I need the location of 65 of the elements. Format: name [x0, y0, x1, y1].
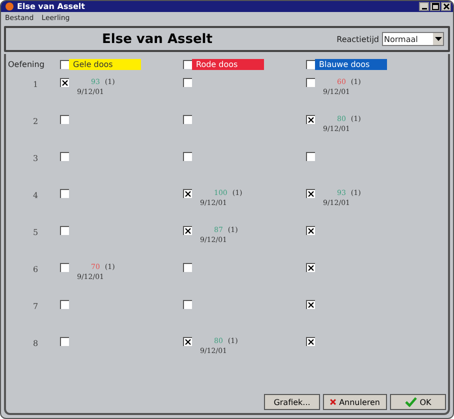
row-number: 4 [32, 190, 40, 202]
row-number: 6 [32, 264, 40, 276]
checkbox[interactable] [306, 152, 315, 161]
cancel-button[interactable]: Annuleren [323, 394, 387, 410]
checkbox[interactable] [60, 300, 69, 309]
checkbox[interactable] [306, 263, 315, 272]
checkbox[interactable] [60, 115, 69, 124]
checkbox[interactable] [306, 189, 315, 198]
student-name: Else van Asselt [102, 32, 214, 46]
cross-mark-icon [184, 227, 192, 235]
window-title: Else van Asselt [17, 2, 86, 11]
row-number: 1 [32, 79, 40, 91]
app-icon [5, 2, 14, 11]
row-number: 5 [32, 227, 40, 239]
reaction-time-label: Reactietijd [336, 34, 379, 44]
checkbox[interactable] [183, 263, 192, 272]
row-number: 7 [32, 301, 40, 313]
cross-mark-icon [307, 301, 315, 309]
checkbox[interactable] [183, 300, 192, 309]
checkbox[interactable] [60, 226, 69, 235]
checkbox[interactable] [306, 337, 315, 346]
checkbox[interactable] [306, 300, 315, 309]
checkbox[interactable] [60, 337, 69, 346]
cross-mark-icon [307, 264, 315, 272]
checkbox[interactable] [183, 226, 192, 235]
checkbox[interactable] [60, 60, 69, 68]
column-label: Blauwe doos [315, 58, 387, 70]
dropdown-arrow-icon [434, 37, 442, 41]
checkbox[interactable] [306, 115, 315, 124]
row-number: 8 [32, 338, 40, 350]
checkbox[interactable] [183, 115, 192, 124]
column-label: Gele doos [69, 58, 141, 70]
close-button[interactable] [441, 2, 451, 11]
checkbox[interactable] [306, 60, 315, 68]
close-icon [442, 3, 450, 10]
cross-mark-icon [307, 190, 315, 198]
cross-icon [330, 397, 336, 407]
minimize-button[interactable] [419, 2, 429, 11]
reaction-time-dropdown[interactable]: Normaal [382, 32, 444, 46]
ok-button[interactable]: OK [390, 394, 446, 410]
checkbox[interactable] [60, 152, 69, 161]
row-number: 2 [32, 116, 40, 128]
checkbox[interactable] [183, 189, 192, 198]
maximize-icon [432, 3, 438, 10]
chart-button[interactable]: Grafiek... [264, 394, 320, 410]
checkbox[interactable] [60, 78, 69, 87]
checkbox[interactable] [60, 189, 69, 198]
cross-mark-icon [307, 338, 315, 346]
checkbox[interactable] [183, 78, 192, 87]
checkbox[interactable] [60, 263, 69, 272]
checkbox[interactable] [306, 78, 315, 87]
checkbox[interactable] [306, 226, 315, 235]
checkmark-icon [404, 397, 417, 407]
cross-mark-icon [307, 227, 315, 235]
checkbox[interactable] [183, 337, 192, 346]
maximize-button[interactable] [430, 2, 440, 11]
row-number: 3 [32, 153, 40, 165]
column-heading: Oefening [8, 60, 46, 68]
column-label: Rode doos [192, 58, 264, 70]
checkbox[interactable] [183, 152, 192, 161]
checkbox[interactable] [183, 60, 192, 68]
cross-mark-icon [307, 116, 315, 124]
cross-mark-icon [61, 79, 69, 87]
cross-mark-icon [184, 338, 192, 346]
cross-mark-icon [184, 190, 192, 198]
